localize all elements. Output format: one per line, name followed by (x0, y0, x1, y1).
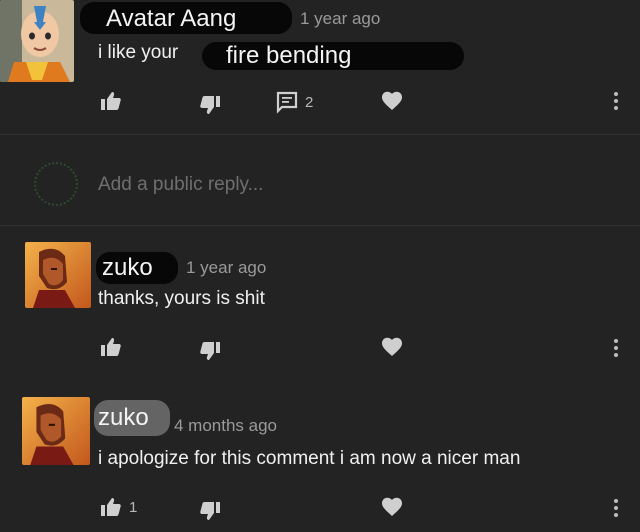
like-count: 1 (129, 498, 138, 516)
more-options-button[interactable] (614, 339, 618, 360)
aang-avatar-image (0, 0, 74, 82)
more-options-button[interactable] (614, 92, 618, 113)
heart-icon (380, 495, 404, 519)
reply-input[interactable]: Add a public reply... (98, 174, 263, 196)
thumbs-down-icon (198, 499, 222, 523)
avatar[interactable] (25, 242, 91, 308)
dislike-button[interactable] (198, 499, 222, 523)
avatar[interactable] (0, 0, 74, 82)
heart-icon (380, 335, 404, 359)
divider (0, 134, 640, 135)
reply-text: i apologize for this comment i am now a … (98, 448, 521, 469)
heart-button[interactable] (380, 335, 404, 359)
reply-author[interactable]: zuko (98, 404, 149, 432)
thumbs-down-icon (198, 93, 222, 117)
comment-highlighted-text: fire bending (226, 42, 352, 69)
divider (0, 225, 640, 226)
thumbs-up-icon (99, 89, 123, 113)
heart-button[interactable] (380, 495, 404, 519)
heart-icon (380, 89, 404, 113)
replies-button[interactable]: 2 (275, 90, 313, 114)
zuko-avatar-image (25, 242, 91, 308)
avatar[interactable] (22, 397, 90, 465)
more-options-button[interactable] (614, 499, 618, 520)
thumbs-up-icon (99, 495, 123, 519)
reply-count: 2 (305, 93, 314, 111)
dislike-button[interactable] (198, 339, 222, 363)
like-button[interactable]: 1 (99, 495, 137, 519)
heart-button[interactable] (380, 89, 404, 113)
comment-text: i like your (98, 42, 179, 63)
like-button[interactable] (99, 335, 123, 359)
comment-icon (275, 90, 299, 114)
reply-author[interactable]: zuko (102, 254, 153, 282)
comment-timestamp: 1 year ago (300, 9, 381, 28)
reply-text: thanks, yours is shit (98, 288, 265, 309)
comment-author[interactable]: Avatar Aang (106, 5, 236, 33)
thumbs-down-icon (198, 339, 222, 363)
reply-timestamp: 1 year ago (186, 258, 267, 277)
dislike-button[interactable] (198, 93, 222, 117)
thumbs-up-icon (99, 335, 123, 359)
zuko-avatar-image (22, 397, 90, 465)
reply-timestamp: 4 months ago (174, 416, 278, 435)
like-button[interactable] (99, 89, 123, 113)
reply-user-avatar (34, 162, 78, 206)
